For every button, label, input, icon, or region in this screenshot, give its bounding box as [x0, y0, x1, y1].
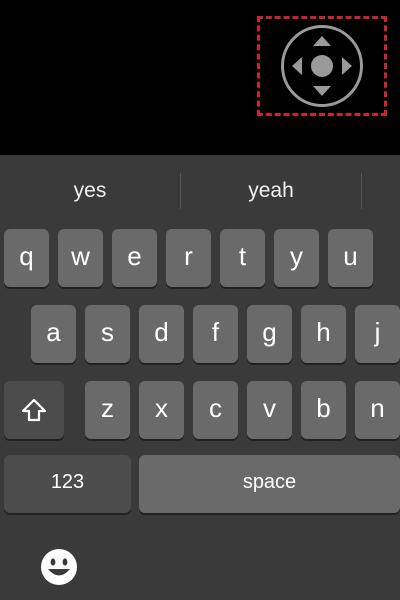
space-key[interactable]: space — [139, 455, 400, 513]
numbers-key[interactable]: 123 — [4, 455, 131, 513]
key-f[interactable]: f — [193, 305, 238, 363]
key-c[interactable]: c — [193, 381, 238, 439]
arrow-down-icon[interactable] — [313, 86, 331, 96]
key-x[interactable]: x — [139, 381, 184, 439]
key-h[interactable]: h — [301, 305, 346, 363]
arrow-up-icon[interactable] — [313, 36, 331, 46]
game-area — [0, 0, 400, 155]
suggestion-divider — [361, 173, 362, 209]
key-t[interactable]: t — [220, 229, 265, 287]
suggestion-bar: yes yeah — [0, 155, 400, 227]
key-g[interactable]: g — [247, 305, 292, 363]
dpad-control[interactable] — [281, 25, 363, 107]
suggestion-yes[interactable]: yes — [0, 173, 180, 209]
key-j[interactable]: j — [355, 305, 400, 363]
key-v[interactable]: v — [247, 381, 292, 439]
key-n[interactable]: n — [355, 381, 400, 439]
arrow-right-icon[interactable] — [342, 57, 352, 75]
key-q[interactable]: q — [4, 229, 49, 287]
shift-icon — [21, 398, 47, 422]
key-y[interactable]: y — [274, 229, 319, 287]
dpad-center-icon[interactable] — [311, 55, 333, 77]
key-w[interactable]: w — [58, 229, 103, 287]
screen: yes yeah q w e r t y u a s d f g h j z x… — [0, 0, 400, 600]
emoji-icon[interactable] — [40, 548, 78, 586]
key-u[interactable]: u — [328, 229, 373, 287]
suggestion-yeah[interactable]: yeah — [181, 173, 361, 209]
key-s[interactable]: s — [85, 305, 130, 363]
key-d[interactable]: d — [139, 305, 184, 363]
shift-key[interactable] — [4, 381, 64, 439]
key-b[interactable]: b — [301, 381, 346, 439]
keyboard: yes yeah q w e r t y u a s d f g h j z x… — [0, 155, 400, 600]
key-a[interactable]: a — [31, 305, 76, 363]
key-z[interactable]: z — [85, 381, 130, 439]
key-r[interactable]: r — [166, 229, 211, 287]
key-e[interactable]: e — [112, 229, 157, 287]
arrow-left-icon[interactable] — [292, 57, 302, 75]
